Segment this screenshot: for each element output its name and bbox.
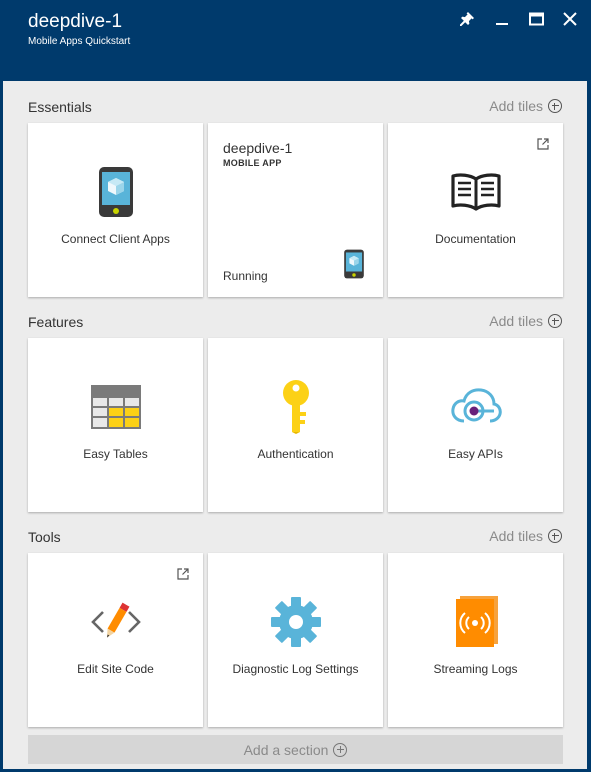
external-link-icon[interactable] — [177, 567, 189, 580]
app-type: MOBILE APP — [223, 158, 282, 168]
key-icon — [208, 380, 383, 434]
phone-cube-icon — [343, 249, 365, 284]
tile-connect-client-apps[interactable]: Connect Client Apps — [28, 123, 203, 297]
blade-subtitle: Mobile Apps Quickstart — [28, 36, 131, 47]
minimize-icon[interactable] — [493, 10, 511, 28]
tile-label: Easy Tables — [83, 447, 148, 461]
tile-easy-tables[interactable]: Easy Tables — [28, 338, 203, 512]
tile-documentation[interactable]: Documentation — [388, 123, 563, 297]
app-name: deepdive-1 — [223, 140, 293, 156]
book-icon — [388, 165, 563, 219]
add-circle-icon — [548, 529, 562, 543]
tile-label: Edit Site Code — [77, 662, 154, 676]
add-section-button[interactable]: Add a section — [28, 735, 563, 764]
tile-label: Easy APIs — [448, 447, 503, 461]
add-tiles-label: Add tiles — [489, 98, 543, 114]
blade-border-left — [0, 81, 3, 772]
phone-cube-icon — [28, 165, 203, 219]
tile-authentication[interactable]: Authentication — [208, 338, 383, 512]
table-icon — [28, 380, 203, 434]
maximize-icon[interactable] — [527, 10, 545, 28]
gear-icon — [208, 595, 383, 649]
tools-title: Tools — [28, 529, 61, 545]
tools-add-tiles-button[interactable]: Add tiles — [489, 528, 562, 544]
blade-title: deepdive-1 — [28, 11, 123, 32]
code-pencil-icon — [28, 595, 203, 649]
tile-mobile-app[interactable]: deepdive-1 MOBILE APP Running — [208, 123, 383, 297]
broadcast-book-icon — [388, 595, 563, 649]
add-circle-icon — [333, 742, 348, 757]
external-link-icon[interactable] — [537, 137, 549, 150]
features-title: Features — [28, 314, 84, 330]
features-add-tiles-button[interactable]: Add tiles — [489, 313, 562, 329]
pin-icon[interactable] — [458, 10, 476, 28]
add-section-label: Add a section — [243, 741, 329, 758]
tile-edit-site-code[interactable]: Edit Site Code — [28, 553, 203, 727]
app-status: Running — [223, 269, 268, 283]
add-tiles-label: Add tiles — [489, 528, 543, 544]
tile-diagnostic-log-settings[interactable]: Diagnostic Log Settings — [208, 553, 383, 727]
cloud-api-icon — [388, 380, 563, 434]
tile-easy-apis[interactable]: Easy APIs — [388, 338, 563, 512]
close-icon[interactable] — [561, 10, 579, 28]
add-circle-icon — [548, 314, 562, 328]
tile-label: Authentication — [257, 447, 334, 461]
blade-border-right — [587, 81, 591, 772]
tile-label: Streaming Logs — [433, 662, 518, 676]
essentials-title: Essentials — [28, 99, 92, 115]
tile-label: Connect Client Apps — [61, 232, 170, 246]
blade-header: deepdive-1 Mobile Apps Quickstart — [0, 0, 591, 81]
tile-streaming-logs[interactable]: Streaming Logs — [388, 553, 563, 727]
add-circle-icon — [548, 99, 562, 113]
tile-label: Diagnostic Log Settings — [232, 662, 359, 676]
add-tiles-label: Add tiles — [489, 313, 543, 329]
essentials-add-tiles-button[interactable]: Add tiles — [489, 98, 562, 114]
tile-label: Documentation — [435, 232, 516, 246]
